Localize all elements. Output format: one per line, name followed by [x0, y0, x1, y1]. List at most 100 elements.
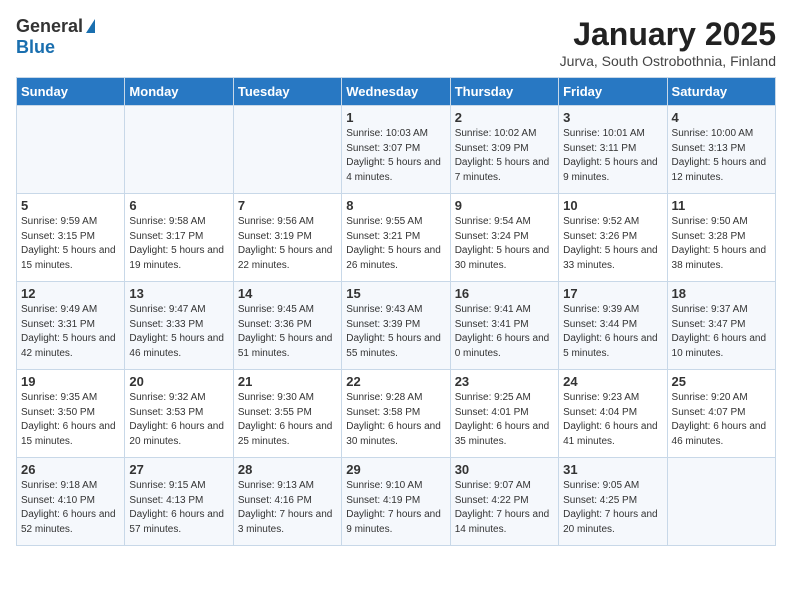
- day-number: 31: [563, 462, 662, 477]
- day-info: Sunrise: 9:50 AM Sunset: 3:28 PM Dayligh…: [672, 215, 771, 273]
- calendar-cell: 23Sunrise: 9:25 AM Sunset: 4:01 PM Dayli…: [450, 370, 558, 458]
- calendar-cell: 16 Sunrise: 9:41 AM Sunset: 3:41 PM Dayli…: [450, 282, 558, 370]
- calendar-cell: 31 Sunrise: 9:05 AM Sunset: 4:25 PM Dayli…: [559, 458, 667, 546]
- calendar-cell: 21 Sunrise: 9:30 AM Sunset: 3:55 PM Dayli…: [233, 370, 341, 458]
- day-info: Sunrise: 9:52 AM Sunset: 3:26 PM Dayligh…: [563, 215, 662, 273]
- calendar-cell: 19 Sunrise: 9:35 AM Sunset: 3:50 PM Dayli…: [17, 370, 125, 458]
- calendar-cell: 4 Sunrise: 10:00 AM Sunset: 3:13 PM Dayli…: [667, 106, 775, 194]
- calendar-cell: 20 Sunrise: 9:32 AM Sunset: 3:53 PM Dayli…: [125, 370, 233, 458]
- calendar-cell: [125, 106, 233, 194]
- day-number: 16: [455, 286, 554, 301]
- calendar-cell: 14 Sunrise: 9:45 AM Sunset: 3:36 PM Dayli…: [233, 282, 341, 370]
- col-header-monday: Monday: [125, 78, 233, 106]
- calendar-cell: 17 Sunrise: 9:39 AM Sunset: 3:44 PM Dayli…: [559, 282, 667, 370]
- day-info: Sunrise: 9:54 AM Sunset: 3:24 PM Dayligh…: [455, 215, 554, 273]
- day-number: 8: [346, 198, 445, 213]
- calendar-cell: 1 Sunrise: 10:03 AM Sunset: 3:07 PM Dayli…: [342, 106, 450, 194]
- day-number: 9: [455, 198, 554, 213]
- day-info: Sunrise: 9:30 AM Sunset: 3:55 PM Dayligh…: [238, 391, 337, 449]
- calendar-cell: 7Sunrise: 9:56 AM Sunset: 3:19 PM Daylig…: [233, 194, 341, 282]
- day-number: 18: [672, 286, 771, 301]
- day-number: 14: [238, 286, 337, 301]
- day-info: Sunrise: 9:28 AM Sunset: 3:58 PM Dayligh…: [346, 391, 445, 449]
- calendar-cell: 22 Sunrise: 9:28 AM Sunset: 3:58 PM Dayli…: [342, 370, 450, 458]
- day-number: 27: [129, 462, 228, 477]
- day-info: Sunrise: 9:23 AM Sunset: 4:04 PM Dayligh…: [563, 391, 662, 449]
- day-number: 5: [21, 198, 120, 213]
- day-info: Sunrise: 9:41 AM Sunset: 3:41 PM Dayligh…: [455, 303, 554, 361]
- calendar-cell: 6 Sunrise: 9:58 AM Sunset: 3:17 PM Daylig…: [125, 194, 233, 282]
- day-info: Sunrise: 10:00 AM Sunset: 3:13 PM Daylig…: [672, 127, 771, 185]
- day-info: Sunrise: 9:55 AM Sunset: 3:21 PM Dayligh…: [346, 215, 445, 273]
- day-number: 11: [672, 198, 771, 213]
- calendar-cell: 10Sunrise: 9:52 AM Sunset: 3:26 PM Dayli…: [559, 194, 667, 282]
- day-number: 28: [238, 462, 337, 477]
- day-info: Sunrise: 9:39 AM Sunset: 3:44 PM Dayligh…: [563, 303, 662, 361]
- day-info: Sunrise: 9:35 AM Sunset: 3:50 PM Dayligh…: [21, 391, 120, 449]
- calendar-cell: 29Sunrise: 9:10 AM Sunset: 4:19 PM Dayli…: [342, 458, 450, 546]
- calendar-cell: 28 Sunrise: 9:13 AM Sunset: 4:16 PM Dayli…: [233, 458, 341, 546]
- day-number: 12: [21, 286, 120, 301]
- title-block: January 2025 Jurva, South Ostrobothnia, …: [560, 16, 776, 69]
- calendar-week-4: 19 Sunrise: 9:35 AM Sunset: 3:50 PM Dayli…: [17, 370, 776, 458]
- calendar-week-3: 12 Sunrise: 9:49 AM Sunset: 3:31 PM Dayli…: [17, 282, 776, 370]
- day-info: Sunrise: 9:18 AM Sunset: 4:10 PM Dayligh…: [21, 479, 120, 537]
- calendar-cell: 9 Sunrise: 9:54 AM Sunset: 3:24 PM Daylig…: [450, 194, 558, 282]
- calendar-cell: 18Sunrise: 9:37 AM Sunset: 3:47 PM Dayli…: [667, 282, 775, 370]
- logo-triangle-icon: [86, 19, 95, 33]
- calendar-cell: 11 Sunrise: 9:50 AM Sunset: 3:28 PM Dayli…: [667, 194, 775, 282]
- col-header-wednesday: Wednesday: [342, 78, 450, 106]
- day-info: Sunrise: 9:13 AM Sunset: 4:16 PM Dayligh…: [238, 479, 337, 537]
- day-number: 25: [672, 374, 771, 389]
- calendar-cell: 3 Sunrise: 10:01 AM Sunset: 3:11 PM Dayli…: [559, 106, 667, 194]
- day-info: Sunrise: 9:32 AM Sunset: 3:53 PM Dayligh…: [129, 391, 228, 449]
- day-number: 26: [21, 462, 120, 477]
- page-header: General Blue January 2025 Jurva, South O…: [16, 16, 776, 69]
- day-number: 23: [455, 374, 554, 389]
- day-number: 1: [346, 110, 445, 125]
- day-info: Sunrise: 9:05 AM Sunset: 4:25 PM Dayligh…: [563, 479, 662, 537]
- logo: General Blue: [16, 16, 95, 58]
- calendar-week-1: 1 Sunrise: 10:03 AM Sunset: 3:07 PM Dayli…: [17, 106, 776, 194]
- calendar-cell: 24Sunrise: 9:23 AM Sunset: 4:04 PM Dayli…: [559, 370, 667, 458]
- day-info: Sunrise: 9:59 AM Sunset: 3:15 PM Dayligh…: [21, 215, 120, 273]
- day-number: 13: [129, 286, 228, 301]
- calendar-header: SundayMondayTuesdayWednesdayThursdayFrid…: [17, 78, 776, 106]
- day-number: 19: [21, 374, 120, 389]
- day-info: Sunrise: 9:45 AM Sunset: 3:36 PM Dayligh…: [238, 303, 337, 361]
- calendar-cell: 25Sunrise: 9:20 AM Sunset: 4:07 PM Dayli…: [667, 370, 775, 458]
- day-number: 3: [563, 110, 662, 125]
- day-info: Sunrise: 10:02 AM Sunset: 3:09 PM Daylig…: [455, 127, 554, 185]
- col-header-sunday: Sunday: [17, 78, 125, 106]
- col-header-thursday: Thursday: [450, 78, 558, 106]
- day-number: 6: [129, 198, 228, 213]
- day-number: 4: [672, 110, 771, 125]
- calendar-cell: 12 Sunrise: 9:49 AM Sunset: 3:31 PM Dayli…: [17, 282, 125, 370]
- day-number: 22: [346, 374, 445, 389]
- day-info: Sunrise: 9:15 AM Sunset: 4:13 PM Dayligh…: [129, 479, 228, 537]
- calendar-cell: [17, 106, 125, 194]
- day-info: Sunrise: 9:10 AM Sunset: 4:19 PM Dayligh…: [346, 479, 445, 537]
- day-info: Sunrise: 9:07 AM Sunset: 4:22 PM Dayligh…: [455, 479, 554, 537]
- col-header-tuesday: Tuesday: [233, 78, 341, 106]
- day-number: 20: [129, 374, 228, 389]
- day-info: Sunrise: 9:47 AM Sunset: 3:33 PM Dayligh…: [129, 303, 228, 361]
- calendar-cell: [233, 106, 341, 194]
- calendar-cell: 27 Sunrise: 9:15 AM Sunset: 4:13 PM Dayli…: [125, 458, 233, 546]
- day-number: 15: [346, 286, 445, 301]
- calendar-cell: 26 Sunrise: 9:18 AM Sunset: 4:10 PM Dayli…: [17, 458, 125, 546]
- day-number: 2: [455, 110, 554, 125]
- day-number: 17: [563, 286, 662, 301]
- day-info: Sunrise: 9:58 AM Sunset: 3:17 PM Dayligh…: [129, 215, 228, 273]
- calendar-week-2: 5 Sunrise: 9:59 AM Sunset: 3:15 PM Daylig…: [17, 194, 776, 282]
- day-info: Sunrise: 10:01 AM Sunset: 3:11 PM Daylig…: [563, 127, 662, 185]
- day-info: Sunrise: 9:49 AM Sunset: 3:31 PM Dayligh…: [21, 303, 120, 361]
- day-number: 30: [455, 462, 554, 477]
- day-info: Sunrise: 10:03 AM Sunset: 3:07 PM Daylig…: [346, 127, 445, 185]
- day-number: 21: [238, 374, 337, 389]
- month-title: January 2025: [560, 16, 776, 53]
- col-header-saturday: Saturday: [667, 78, 775, 106]
- calendar-cell: 30 Sunrise: 9:07 AM Sunset: 4:22 PM Dayli…: [450, 458, 558, 546]
- calendar-table: SundayMondayTuesdayWednesdayThursdayFrid…: [16, 77, 776, 546]
- col-header-friday: Friday: [559, 78, 667, 106]
